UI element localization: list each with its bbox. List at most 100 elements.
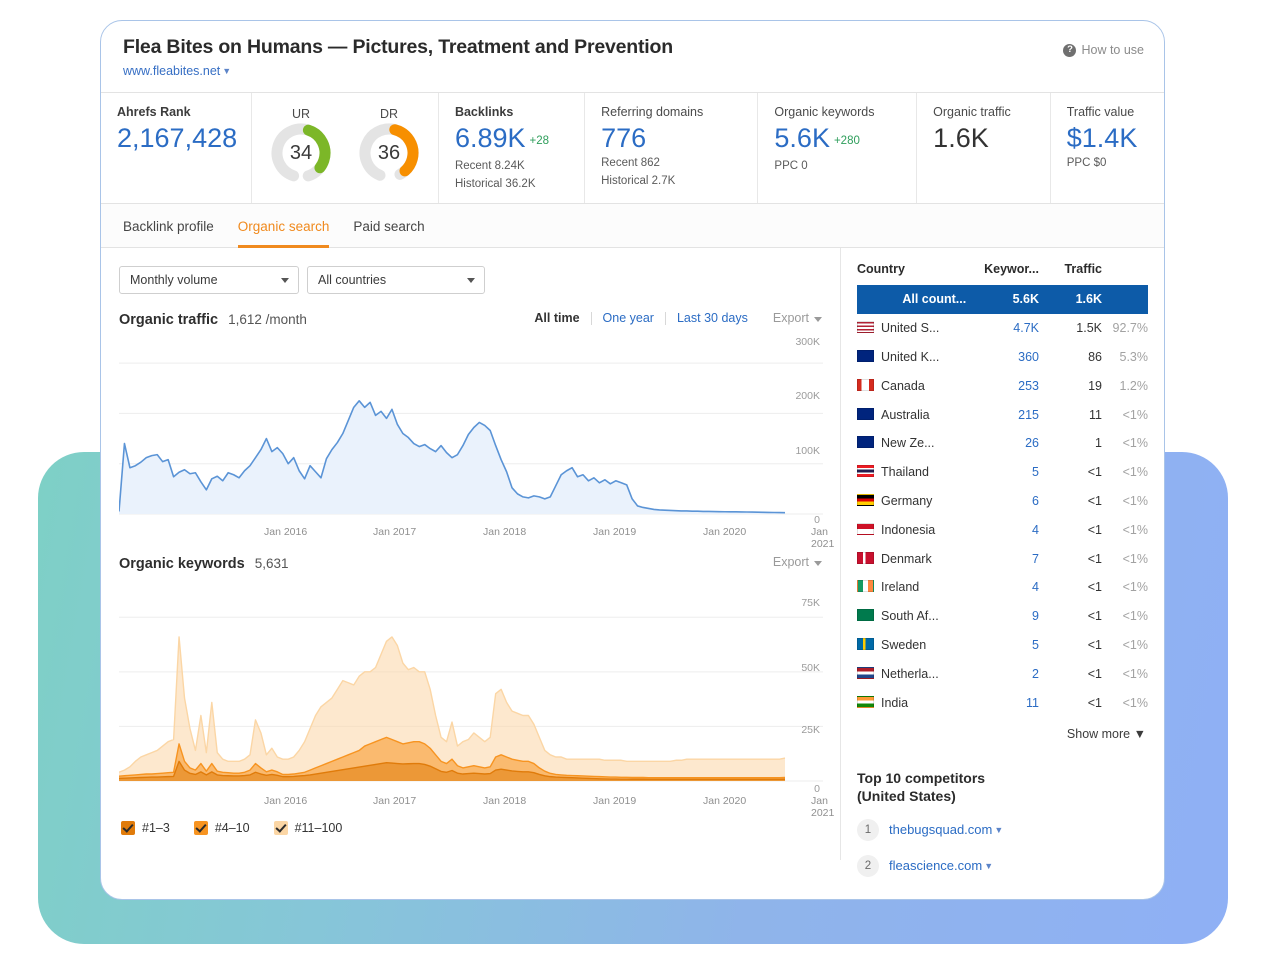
cell-country: Indonesia [857, 515, 966, 544]
tab-paid-search[interactable]: Paid search [353, 219, 424, 248]
cell-share: <1% [1122, 493, 1148, 508]
cell-keywords[interactable]: 4 [966, 573, 1039, 602]
ytick-50k: 50K [801, 662, 820, 674]
table-row[interactable]: Netherla... 2 <1 <1% [857, 659, 1148, 688]
gauge-ur-ring: 34 [270, 122, 332, 184]
table-row[interactable]: Ireland 4 <1 <1% [857, 573, 1148, 602]
table-row[interactable]: Indonesia 4 <1 <1% [857, 515, 1148, 544]
metric-traffic-value: Traffic value $1.4K PPC $0 [1051, 93, 1164, 203]
table-row[interactable]: United K... 360 86 5.3% [857, 343, 1148, 372]
metric-value[interactable]: 5.6K +280 [774, 123, 902, 156]
tab-organic-search[interactable]: Organic search [237, 219, 330, 248]
metric-value[interactable]: 776 [601, 123, 743, 153]
table-row[interactable]: Australia 215 11 <1% [857, 400, 1148, 429]
metric-label: Organic traffic [933, 105, 1011, 119]
cell-keywords[interactable]: 7 [966, 544, 1039, 573]
flag-gb-icon [857, 349, 874, 362]
cell-traffic: <1 [1087, 580, 1102, 595]
cell-traffic: <1 [1087, 666, 1102, 681]
chevron-down-icon [281, 277, 289, 283]
cell-keywords[interactable]: 2 [966, 659, 1039, 688]
page-title: Flea Bites on Humans — Pictures, Treatme… [123, 36, 673, 58]
chevron-down-icon [814, 317, 822, 322]
table-row[interactable]: Germany 6 <1 <1% [857, 487, 1148, 516]
table-row[interactable]: New Ze... 26 1 <1% [857, 429, 1148, 458]
legend-item-1-3[interactable]: #1–3 [121, 821, 170, 835]
cell-keywords[interactable]: 5 [966, 631, 1039, 660]
legend-item-4-10[interactable]: #4–10 [193, 821, 250, 835]
cell-keywords[interactable]: 360 [966, 343, 1039, 372]
metric-delta: +28 [529, 135, 550, 147]
organic-keywords-header: Organic keywords 5,631 Export [101, 540, 840, 572]
col-keywords[interactable]: Keywor... [966, 262, 1039, 285]
range-last-30-days[interactable]: Last 30 days [666, 311, 759, 325]
metric-value[interactable]: 2,167,428 [117, 123, 237, 153]
organic-traffic-chart[interactable]: 300K 200K 100K 0 [101, 336, 840, 526]
metric-number: 6.89K [454, 123, 526, 153]
legend-item-11-100[interactable]: #11–100 [273, 821, 342, 835]
flag-ie-icon [857, 580, 874, 593]
section-value: 1,612 /month [228, 312, 307, 327]
cell-keywords[interactable]: 26 [966, 429, 1039, 458]
xtick-2017: Jan 2017 [373, 526, 417, 538]
range-one-year[interactable]: One year [592, 311, 665, 325]
col-country[interactable]: Country [857, 262, 966, 285]
metric-value[interactable]: 6.89K +28 [455, 123, 570, 156]
cell-keywords[interactable]: 4 [966, 515, 1039, 544]
chevron-down-icon[interactable]: ▼ [984, 861, 993, 871]
cell-traffic: 1.6K [1075, 292, 1102, 307]
checkbox-11-100[interactable] [273, 821, 288, 835]
checkbox-1-3[interactable] [121, 821, 135, 835]
cell-keywords[interactable]: 4.7K [966, 314, 1039, 343]
screenshot-root: Flea Bites on Humans — Pictures, Treatme… [0, 0, 1265, 976]
col-traffic[interactable]: Traffic [1039, 262, 1102, 285]
cell-keywords[interactable]: 5 [966, 458, 1039, 487]
gauge-ur-label: UR [292, 107, 311, 121]
cell-traffic: <1 [1087, 493, 1102, 508]
xtick-2018: Jan 2018 [483, 526, 527, 538]
how-to-use-link[interactable]: ? How to use [1063, 43, 1144, 57]
charts-pane: Monthly volume All countries Organic tra… [101, 248, 841, 860]
table-row[interactable]: Sweden 5 <1 <1% [857, 631, 1148, 660]
range-all-time[interactable]: All time [523, 311, 590, 325]
cell-keywords[interactable]: 5.6K [966, 285, 1039, 314]
cell-traffic: <1 [1087, 637, 1102, 652]
cell-country: India [857, 688, 966, 717]
organic-keywords-chart[interactable]: 75K 50K 25K 0 [101, 586, 840, 795]
table-row[interactable]: United S... 4.7K 1.5K 92.7% [857, 314, 1148, 343]
metric-referring-domains: Referring domains 776 Recent 862 Histori… [585, 93, 759, 203]
flag-in-icon [857, 695, 874, 708]
metric-number: 5.6K [774, 123, 830, 153]
metric-delta: +280 [833, 135, 860, 147]
cell-country: Ireland [857, 573, 966, 602]
volume-select[interactable]: Monthly volume [119, 266, 299, 294]
metric-sub-ppc: PPC $0 [1066, 157, 1107, 169]
table-row[interactable]: India 11 <1 <1% [857, 688, 1148, 717]
show-more-countries[interactable]: Show more ▼ [857, 717, 1148, 741]
gauge-dr-ring: 36 [358, 122, 420, 184]
cell-keywords[interactable]: 6 [966, 487, 1039, 516]
export-traffic-button[interactable]: Export [773, 311, 822, 325]
competitor-link[interactable]: fleascience.com ▼ [889, 858, 993, 873]
xtick-2021: Jan 2021 [811, 795, 835, 819]
table-row[interactable]: All count... 5.6K 1.6K [857, 285, 1148, 314]
table-row[interactable]: South Af... 9 <1 <1% [857, 602, 1148, 631]
table-row[interactable]: Canada 253 19 1.2% [857, 371, 1148, 400]
domain-link[interactable]: www.fleabites.net [123, 64, 220, 78]
cell-keywords[interactable]: 253 [966, 371, 1039, 400]
cell-keywords[interactable]: 11 [966, 688, 1039, 717]
country-select[interactable]: All countries [307, 266, 485, 294]
gauge-dr[interactable]: DR 36 [353, 107, 425, 184]
table-row[interactable]: Denmark 7 <1 <1% [857, 544, 1148, 573]
tab-backlink-profile[interactable]: Backlink profile [123, 219, 214, 248]
chevron-down-icon[interactable]: ▼ [994, 825, 1003, 835]
metric-value[interactable]: $1.4K [1067, 123, 1150, 153]
export-keywords-button[interactable]: Export [773, 555, 822, 569]
competitor-link[interactable]: thebugsquad.com ▼ [889, 822, 1003, 837]
table-row[interactable]: Thailand 5 <1 <1% [857, 458, 1148, 487]
cell-keywords[interactable]: 9 [966, 602, 1039, 631]
checkbox-4-10[interactable] [193, 821, 208, 835]
chevron-down-icon[interactable]: ▼ [222, 66, 231, 76]
cell-keywords[interactable]: 215 [966, 400, 1039, 429]
gauge-ur[interactable]: UR 34 [265, 107, 337, 184]
